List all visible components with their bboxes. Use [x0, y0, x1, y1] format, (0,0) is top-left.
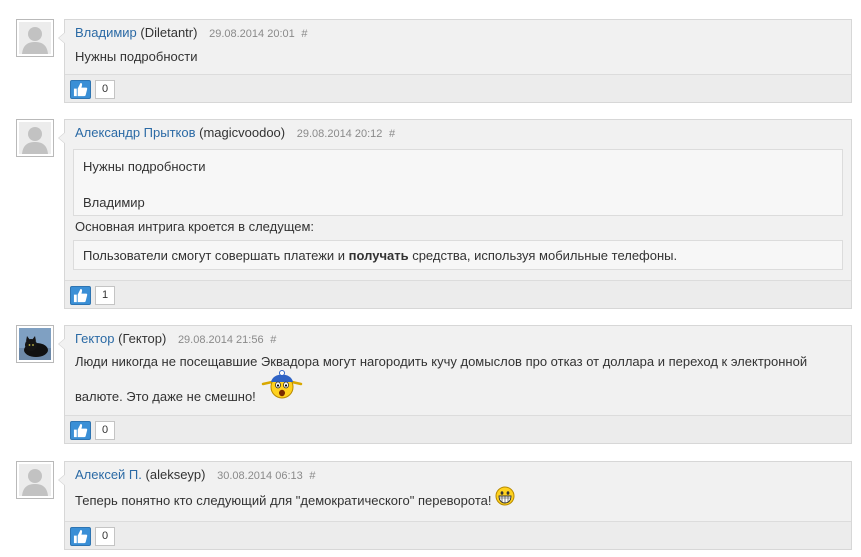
comment-footer: 0 — [65, 74, 851, 102]
thumbs-up-icon — [73, 423, 88, 438]
comment-date: 29.08.2014 21:56 — [177, 334, 264, 346]
avatar[interactable] — [16, 19, 54, 57]
comment-card: Александр Прытков (magicvoodoo) 29.08.20… — [58, 119, 852, 309]
like-count: 0 — [95, 421, 115, 440]
avatar[interactable] — [16, 461, 54, 499]
like-button[interactable] — [70, 421, 91, 440]
quote-author: Владимир — [83, 195, 145, 210]
like-button[interactable] — [70, 286, 91, 305]
like-button[interactable] — [70, 527, 91, 546]
user-silhouette-icon — [19, 22, 51, 54]
quote-text: Пользователи смогут совершать платежи и … — [83, 247, 833, 265]
comment-header: Александр Прытков (magicvoodoo) 29.08.20… — [75, 125, 395, 140]
comment-header: Владимир (Diletantr) 29.08.2014 20:01 # — [75, 25, 307, 40]
thumbs-up-icon — [73, 529, 88, 544]
author-link[interactable]: Алексей П. — [75, 467, 142, 482]
comment-date: 29.08.2014 20:12 — [296, 128, 383, 140]
thumbs-up-icon — [73, 82, 88, 97]
like-count: 1 — [95, 286, 115, 305]
grin-smiley-icon — [495, 486, 515, 511]
author-link[interactable]: Александр Прытков — [75, 125, 196, 140]
author-login: (Diletantr) — [140, 25, 198, 40]
comment-text-line: валюте. Это даже не смешно! — [75, 370, 841, 406]
comment-text-line: Люди никогда не посещавшие Эквадора могу… — [75, 354, 808, 369]
like-count: 0 — [95, 527, 115, 546]
comment-text-part: валюте. Это даже не смешно! — [75, 389, 256, 404]
author-link[interactable]: Гектор — [75, 331, 115, 346]
comment-date: 30.08.2014 06:13 — [217, 470, 303, 482]
author-login: (alekseyp) — [145, 467, 206, 482]
comment-card: Алексей П. (alekseyp) 30.08.2014 06:13 #… — [58, 461, 852, 550]
comment-card: Гектор (Гектор) 29.08.2014 21:56 # Люди … — [58, 325, 852, 444]
author-login: (Гектор) — [118, 331, 167, 346]
comment-text-part: Теперь понятно кто следующий для "демокр… — [75, 493, 492, 508]
user-silhouette-icon — [19, 464, 51, 496]
avatar[interactable] — [16, 325, 54, 363]
comment-footer: 0 — [65, 415, 851, 443]
like-count: 0 — [95, 80, 115, 99]
user-silhouette-icon — [19, 122, 51, 154]
thumbs-up-icon — [73, 288, 88, 303]
comment-header: Алексей П. (alekseyp) 30.08.2014 06:13 # — [75, 467, 316, 482]
quote-bold-text: получать — [348, 248, 409, 263]
permalink[interactable]: # — [270, 334, 276, 346]
quote-text: Нужны подробности — [83, 159, 206, 174]
surprised-smiley-icon — [261, 370, 303, 405]
author-login: (magicvoodoo) — [199, 125, 286, 140]
comment-footer: 1 — [65, 280, 851, 308]
comment-header: Гектор (Гектор) 29.08.2014 21:56 # — [75, 331, 276, 346]
comment-card: Владимир (Diletantr) 29.08.2014 20:01 # … — [58, 19, 852, 103]
comment-text: Нужны подробности — [75, 49, 198, 64]
permalink[interactable]: # — [309, 470, 315, 482]
black-cat-avatar — [19, 328, 51, 360]
quote-block: Пользователи смогут совершать платежи и … — [73, 240, 843, 270]
comment-text: Основная интрига кроется в следущем: — [75, 219, 315, 234]
comment-text: Люди никогда не посещавшие Эквадора могу… — [75, 353, 841, 406]
comment-date: 29.08.2014 20:01 — [209, 28, 295, 40]
comment-footer: 0 — [65, 521, 851, 549]
comment-text: Теперь понятно кто следующий для "демокр… — [75, 486, 841, 511]
quote-text-part: Пользователи смогут совершать платежи и — [83, 248, 349, 263]
permalink[interactable]: # — [301, 28, 307, 40]
quote-block: Нужны подробности Владимир — [73, 149, 843, 216]
permalink[interactable]: # — [389, 128, 395, 140]
author-link[interactable]: Владимир — [75, 25, 137, 40]
quote-text-part: средства, используя мобильные телефоны. — [408, 248, 678, 263]
like-button[interactable] — [70, 80, 91, 99]
avatar[interactable] — [16, 119, 54, 157]
